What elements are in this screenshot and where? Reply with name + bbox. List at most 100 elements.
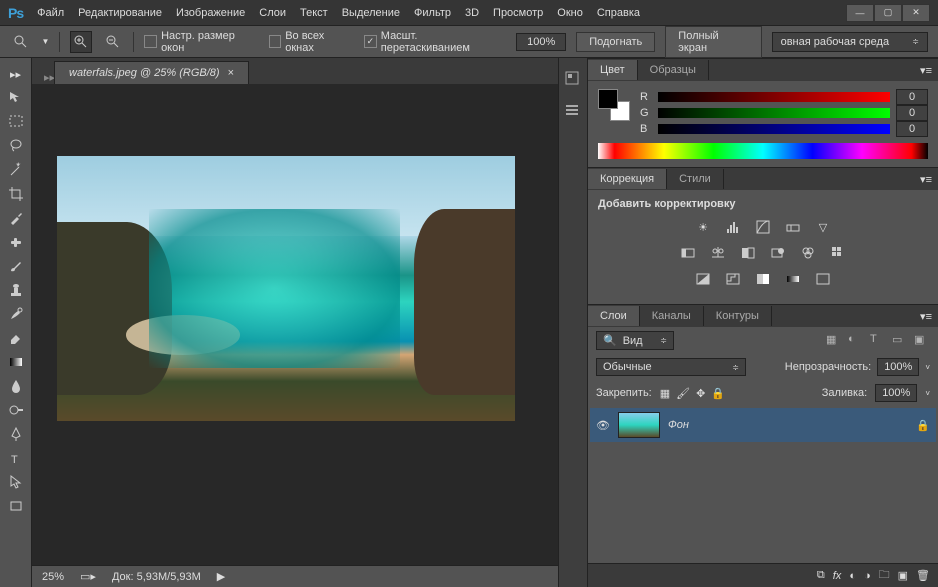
window-maximize-button[interactable]: ▢ xyxy=(874,4,902,22)
layer-filter-kind[interactable]: 🔍Вид≑ xyxy=(596,331,674,350)
posterize-icon[interactable] xyxy=(723,270,743,288)
pen-tool[interactable] xyxy=(4,424,28,444)
menu-3d[interactable]: 3D xyxy=(465,7,479,19)
eyedropper-tool[interactable] xyxy=(4,208,28,228)
blur-tool[interactable] xyxy=(4,376,28,396)
filter-smart-icon[interactable]: ▣ xyxy=(914,333,930,349)
eraser-tool[interactable] xyxy=(4,328,28,348)
levels-icon[interactable] xyxy=(723,218,743,236)
dropdown-icon[interactable]: ▼ xyxy=(42,37,50,46)
filter-shape-icon[interactable]: ▭ xyxy=(892,333,908,349)
photo-filter-icon[interactable] xyxy=(768,244,788,262)
panel-menu-icon[interactable]: ▾≡ xyxy=(920,64,932,77)
b-value[interactable]: 0 xyxy=(896,121,928,137)
window-close-button[interactable]: ✕ xyxy=(902,4,930,22)
foreground-swatch[interactable] xyxy=(598,89,618,109)
panel-menu-icon[interactable]: ▾≡ xyxy=(920,173,932,186)
new-layer-icon[interactable]: ▣ xyxy=(898,569,908,582)
new-adjustment-icon[interactable]: ◑ xyxy=(864,570,871,582)
magic-wand-tool[interactable] xyxy=(4,160,28,180)
layer-name[interactable]: Фон xyxy=(668,419,689,431)
tab-color[interactable]: Цвет xyxy=(588,60,638,80)
blend-mode-dropdown[interactable]: Обычные≑ xyxy=(596,358,746,376)
healing-brush-tool[interactable] xyxy=(4,232,28,252)
menu-file[interactable]: Файл xyxy=(37,7,64,19)
layer-mask-icon[interactable]: ◐ xyxy=(849,570,856,582)
tab-layers[interactable]: Слои xyxy=(588,306,640,326)
scrubby-zoom-checkbox[interactable]: Масшт. перетаскиванием xyxy=(364,30,506,54)
menu-edit[interactable]: Редактирование xyxy=(78,7,162,19)
marquee-tool[interactable] xyxy=(4,112,28,132)
menu-image[interactable]: Изображение xyxy=(176,7,245,19)
history-panel-icon[interactable] xyxy=(564,70,582,88)
tool-preset-icon[interactable] xyxy=(10,31,32,53)
zoom-in-button[interactable] xyxy=(70,31,92,53)
document-tab[interactable]: waterfals.jpeg @ 25% (RGB/8) × xyxy=(54,61,249,84)
lock-paint-icon[interactable]: 🖌 xyxy=(676,387,690,400)
exposure-icon[interactable] xyxy=(783,218,803,236)
color-swatches[interactable] xyxy=(598,89,630,121)
brightness-icon[interactable]: ☀ xyxy=(693,218,713,236)
menu-select[interactable]: Выделение xyxy=(342,7,400,19)
tab-styles[interactable]: Стили xyxy=(667,169,724,189)
tab-paths[interactable]: Контуры xyxy=(704,306,772,326)
lock-transparent-icon[interactable]: ▦ xyxy=(660,387,670,400)
panel-menu-icon[interactable]: ▾≡ xyxy=(920,310,932,323)
properties-panel-icon[interactable] xyxy=(564,102,582,120)
menu-window[interactable]: Окно xyxy=(557,7,583,19)
menu-text[interactable]: Текст xyxy=(300,7,328,19)
color-lookup-icon[interactable] xyxy=(828,244,848,262)
canvas[interactable] xyxy=(32,84,558,565)
lasso-tool[interactable] xyxy=(4,136,28,156)
dodge-tool[interactable] xyxy=(4,400,28,420)
opacity-field[interactable]: 100% xyxy=(877,358,919,376)
b-slider[interactable] xyxy=(658,124,890,134)
g-slider[interactable] xyxy=(658,108,890,118)
color-spectrum[interactable] xyxy=(598,143,928,159)
brush-tool[interactable] xyxy=(4,256,28,276)
fullscreen-button[interactable]: Полный экран xyxy=(665,26,761,58)
g-value[interactable]: 0 xyxy=(896,105,928,121)
expand-docs-icon[interactable]: ▸▸ xyxy=(44,71,54,84)
lock-position-icon[interactable]: ✥ xyxy=(696,387,705,400)
r-value[interactable]: 0 xyxy=(896,89,928,105)
tab-adjustments[interactable]: Коррекция xyxy=(588,169,667,189)
stamp-tool[interactable] xyxy=(4,280,28,300)
bw-icon[interactable] xyxy=(738,244,758,262)
channel-mixer-icon[interactable] xyxy=(798,244,818,262)
workspace-dropdown[interactable]: овная рабочая среда≑ xyxy=(772,32,928,52)
link-layers-icon[interactable]: ⧉ xyxy=(817,569,825,582)
gradient-tool[interactable] xyxy=(4,352,28,372)
fill-dropdown-icon[interactable]: ˅ xyxy=(925,389,930,398)
collapse-tools-icon[interactable]: ▸▸ xyxy=(4,64,28,84)
filter-adjustment-icon[interactable]: ◐ xyxy=(848,333,864,349)
layer-thumbnail[interactable] xyxy=(618,412,660,438)
menu-filter[interactable]: Фильтр xyxy=(414,7,451,19)
status-zoom[interactable]: 25% xyxy=(42,571,64,583)
all-windows-checkbox[interactable]: Во всех окнах xyxy=(269,30,355,54)
r-slider[interactable] xyxy=(658,92,890,102)
gradient-map-icon[interactable] xyxy=(783,270,803,288)
filter-type-icon[interactable]: T xyxy=(870,333,886,349)
zoom-out-button[interactable] xyxy=(102,31,124,53)
color-balance-icon[interactable] xyxy=(708,244,728,262)
crop-tool[interactable] xyxy=(4,184,28,204)
shape-tool[interactable] xyxy=(4,496,28,516)
filter-pixel-icon[interactable]: ▦ xyxy=(826,333,842,349)
menu-help[interactable]: Справка xyxy=(597,7,640,19)
invert-icon[interactable] xyxy=(693,270,713,288)
new-group-icon[interactable]: 🗀 xyxy=(879,566,890,585)
visibility-icon[interactable]: 👁 xyxy=(596,419,610,432)
close-tab-icon[interactable]: × xyxy=(228,67,234,79)
tab-channels[interactable]: Каналы xyxy=(640,306,704,326)
status-menu-icon[interactable]: ▶ xyxy=(217,570,225,583)
lock-all-icon[interactable]: 🔒 xyxy=(711,387,725,400)
move-tool[interactable] xyxy=(4,88,28,108)
zoom-level-field[interactable]: 100% xyxy=(516,33,566,51)
curves-icon[interactable] xyxy=(753,218,773,236)
tab-swatches[interactable]: Образцы xyxy=(638,60,709,80)
menu-view[interactable]: Просмотр xyxy=(493,7,543,19)
fit-screen-button[interactable]: Подогнать xyxy=(576,32,655,52)
threshold-icon[interactable] xyxy=(753,270,773,288)
layer-fx-icon[interactable]: fx xyxy=(833,570,842,582)
